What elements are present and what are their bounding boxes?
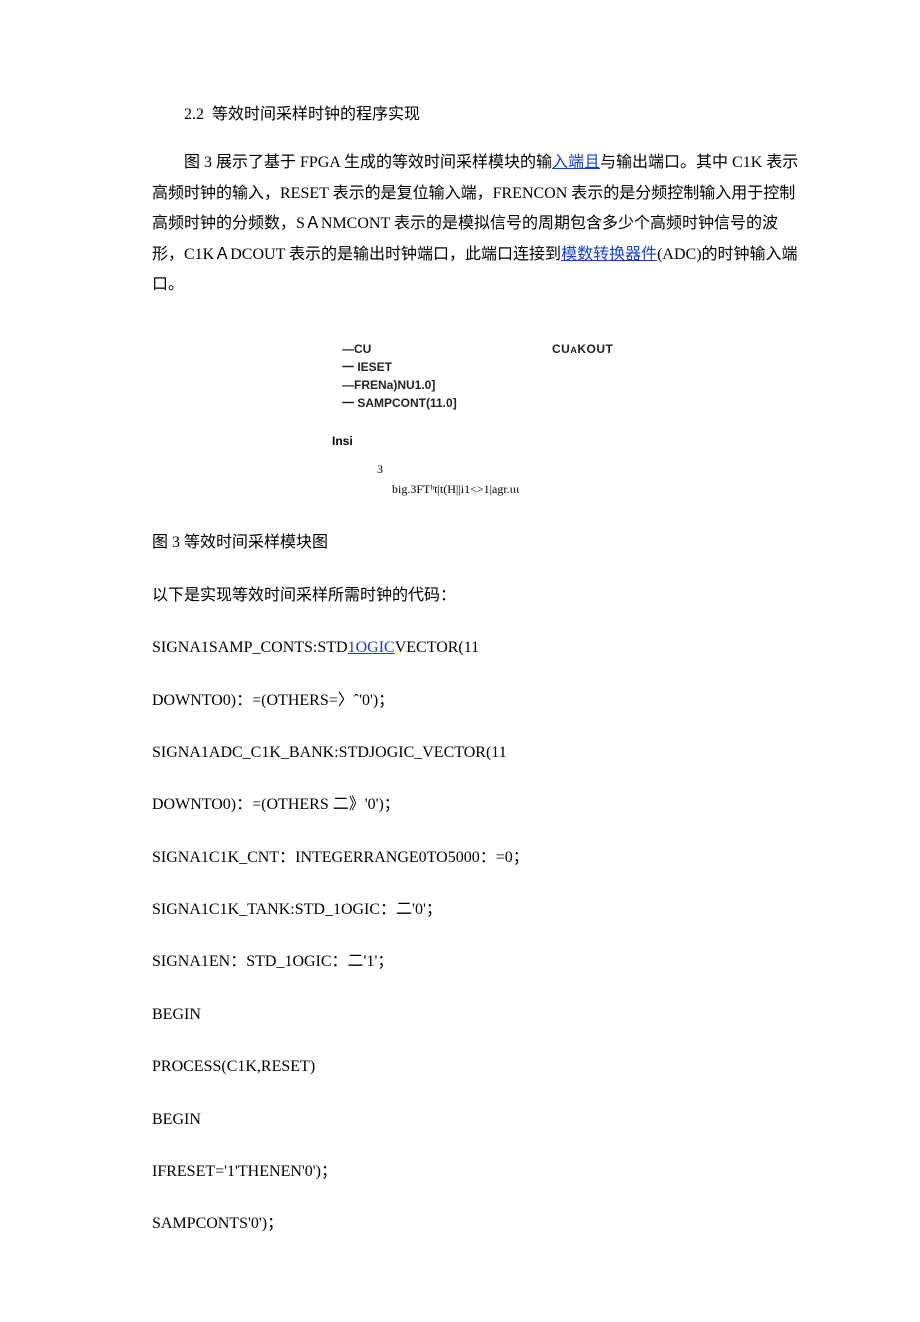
figure-sub-text: big.3FTʰt|t(H||i1<>1|agr.ιιι [392, 480, 805, 498]
para-text-1: 图 3 展示了基于 FPGA 生成的等效时间采样模块的输 [184, 154, 552, 171]
code-line-11: IFRESET='1'THENEN'0')； [152, 1157, 805, 1187]
section-title-text: 等效时间采样时钟的程序实现 [212, 106, 420, 123]
code-line-3: SIGNA1ADC_C1K_BANK:STDJOGIC_VECTOR(11 [152, 738, 805, 768]
body-paragraph: 图 3 展示了基于 FPGA 生成的等效时间采样模块的输入端且与输出端口。其中 … [152, 148, 805, 300]
code-line-10: BEGIN [152, 1105, 805, 1135]
code-line-9: PROCESS(C1K,RESET) [152, 1052, 805, 1082]
section-number: 2.2 [184, 106, 204, 123]
code-line-6: SIGNA1C1K_TANK:STD_1OGIC：二'0'； [152, 895, 805, 925]
section-heading: 2.2 等效时间采样时钟的程序实现 [152, 100, 805, 130]
link-logic[interactable]: 1OGIC [348, 639, 395, 656]
code-line-2: DOWNTO0)：=(OTHERS=〉ˆ'0')； [152, 686, 805, 716]
code-line-1: SIGNA1SAMP_CONTS:STD1OGICVECTOR(11 [152, 633, 805, 663]
code-line-7: SIGNA1EN：STD_1OGIC：二'1'； [152, 947, 805, 977]
figure-sub-number: 3 [377, 460, 805, 478]
figure-signal-cu: —CU [342, 340, 492, 358]
figure-caption: 图 3 等效时间采样模块图 [152, 528, 805, 558]
code-intro: 以下是实现等效时间采样所需时钟的代码： [152, 581, 805, 611]
figure-signal-cuakout: CUAKOUT [492, 340, 613, 358]
figure-signal-sampcont: 一 SAMPCONT(11.0] [342, 394, 492, 412]
document-page: 2.2 等效时间采样时钟的程序实现 图 3 展示了基于 FPGA 生成的等效时间… [0, 0, 920, 1322]
figure-signal-frena: —FRENa)NU1.0] [342, 376, 492, 394]
figure-block-diagram: —CU CUAKOUT 一 IESET —FRENa)NU1.0] 一 SAMP… [152, 340, 805, 498]
link-adc-device[interactable]: 模数转换器件 [561, 246, 657, 263]
figure-signal-ieset: 一 IESET [342, 358, 492, 376]
figure-label-insi: Insi [332, 432, 805, 450]
link-input-port[interactable]: 入端且 [552, 154, 600, 171]
code-line-8: BEGIN [152, 1000, 805, 1030]
code-line-4: DOWNTO0)：=(OTHERS 二》'0')； [152, 790, 805, 820]
code-line-12: SAMPCONTS'0')； [152, 1209, 805, 1239]
code-line-5: SIGNA1C1K_CNT：INTEGERRANGE0TO5000：=0； [152, 843, 805, 873]
